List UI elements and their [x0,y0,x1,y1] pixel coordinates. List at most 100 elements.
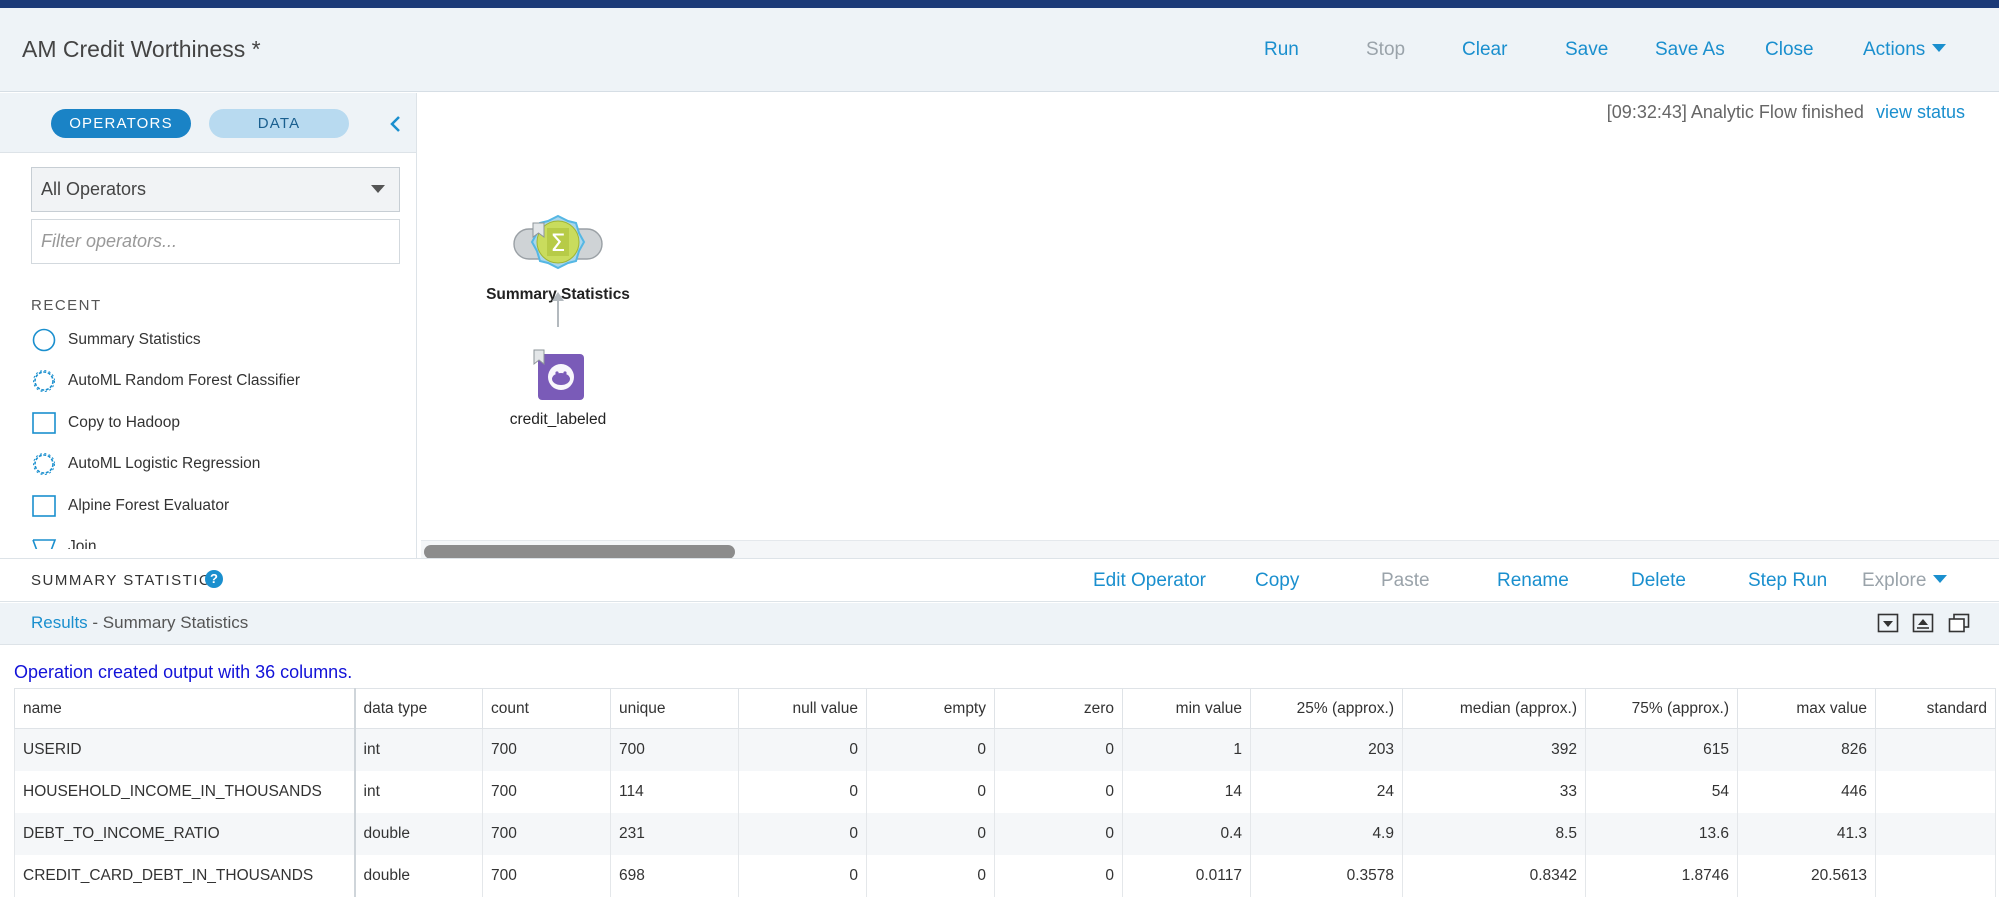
operator-category-value: All Operators [41,179,147,199]
column-header[interactable]: standard [1875,688,1996,729]
table-cell: 13.6 [1585,812,1738,855]
table-header-row: name data type count unique null value e… [14,688,1996,729]
table-cell: double [354,812,483,855]
recent-item-summary-statistics[interactable]: Summary Statistics [31,319,401,361]
canvas-horizontal-scrollbar[interactable] [421,540,1999,559]
database-hippo-icon [533,349,584,400]
minimize-panel-icon[interactable] [1877,613,1899,633]
recent-item-copy-to-hadoop[interactable]: Copy to Hadoop [31,402,401,444]
column-header[interactable]: 75% (approx.) [1585,688,1738,729]
table-row[interactable]: DEBT_TO_INCOME_RATIO double 700 231 0 0 … [14,812,1996,855]
table-cell: double [354,854,483,897]
table-cell: 0.4 [1122,812,1251,855]
node-credit-labeled[interactable]: credit_labeled [497,346,619,429]
chevron-down-icon [1933,575,1948,583]
column-header[interactable]: count [482,688,611,729]
table-row[interactable]: USERID int 700 700 0 0 0 1 203 392 615 8… [14,728,1996,771]
explore-menu[interactable]: Explore [1862,570,1948,592]
table-cell: 0 [738,854,867,897]
step-run-button[interactable]: Step Run [1748,570,1827,592]
column-header[interactable]: unique [610,688,739,729]
results-link[interactable]: Results [31,613,88,632]
stop-button[interactable]: Stop [1366,39,1405,61]
actions-menu[interactable]: Actions [1863,39,1947,61]
column-header[interactable]: name [14,688,356,729]
collapse-sidebar-icon[interactable] [388,115,402,133]
filter-operators-input[interactable] [31,219,400,264]
recent-item-automl-random-forest[interactable]: AutoML Random Forest Classifier [31,361,401,403]
table-cell: 0.8342 [1402,854,1586,897]
paste-button[interactable]: Paste [1381,570,1430,592]
column-header[interactable]: zero [994,688,1123,729]
table-cell: 446 [1737,770,1876,813]
recent-item-join[interactable]: Join [31,527,401,549]
export-panel-icon[interactable] [1912,613,1934,633]
column-header[interactable]: 25% (approx.) [1250,688,1403,729]
recent-item-automl-logistic-regression[interactable]: AutoML Logistic Regression [31,444,401,486]
table-cell: 615 [1585,728,1738,771]
column-header[interactable]: max value [1737,688,1876,729]
table-cell [1875,728,1996,771]
operators-sidebar: OPERATORS DATA All Operators RECENT Summ… [0,93,417,558]
view-status-link[interactable]: view status [1876,102,1965,122]
table-row[interactable]: CREDIT_CARD_DEBT_IN_THOUSANDS double 700… [14,854,1996,897]
table-cell: 231 [610,812,739,855]
column-header[interactable]: min value [1122,688,1251,729]
results-breadcrumb: Results - Summary Statistics [31,613,248,633]
results-table[interactable]: name data type count unique null value e… [14,688,1999,902]
table-cell: HOUSEHOLD_INCOME_IN_THOUSANDS [14,770,356,813]
tab-data[interactable]: DATA [209,109,349,138]
gear-icon [31,451,57,477]
help-icon[interactable]: ? [205,570,223,588]
tab-operators[interactable]: OPERATORS [51,109,191,138]
scrollbar-thumb[interactable] [424,545,735,559]
edit-operator-button[interactable]: Edit Operator [1093,570,1206,592]
column-header[interactable]: median (approx.) [1402,688,1586,729]
copy-button[interactable]: Copy [1255,570,1299,592]
operator-title: SUMMARY STATISTICS [31,572,223,589]
maximize-panel-icon[interactable] [1948,613,1970,633]
table-cell: 0 [866,728,995,771]
circle-icon [31,327,57,353]
operation-message: Operation created output with 36 columns… [14,662,353,682]
table-cell: 14 [1122,770,1251,813]
recent-item-label: Alpine Forest Evaluator [68,496,230,514]
save-button[interactable]: Save [1565,39,1608,61]
table-cell: 4.9 [1250,812,1403,855]
delete-button[interactable]: Delete [1631,570,1686,592]
table-cell: 698 [610,854,739,897]
status-text: [09:32:43] Analytic Flow finished [1606,102,1864,122]
table-cell: 700 [482,728,611,771]
table-row[interactable]: HOUSEHOLD_INCOME_IN_THOUSANDS int 700 11… [14,770,1996,813]
clear-button[interactable]: Clear [1462,39,1507,61]
save-as-button[interactable]: Save As [1655,39,1725,61]
flow-status: [09:32:43] Analytic Flow finished view st… [1607,102,1965,123]
gear-icon [31,368,57,394]
table-cell: 8.5 [1402,812,1586,855]
close-button[interactable]: Close [1765,39,1814,61]
table-cell [1875,854,1996,897]
recent-item-alpine-forest-evaluator[interactable]: Alpine Forest Evaluator [31,485,401,527]
table-cell: 0 [994,854,1123,897]
recent-item-label: Copy to Hadoop [68,413,181,431]
recent-item-label: Summary Statistics [68,330,201,348]
table-cell: CREDIT_CARD_DEBT_IN_THOUSANDS [14,854,356,897]
recent-list: Summary Statistics AutoML Random Forest … [31,319,401,549]
table-cell: int [354,728,483,771]
rename-button[interactable]: Rename [1497,570,1569,592]
square-icon [31,410,57,436]
recent-item-label: AutoML Logistic Regression [68,455,261,473]
run-button[interactable]: Run [1264,39,1299,61]
table-cell: DEBT_TO_INCOME_RATIO [14,812,356,855]
table-cell: 203 [1250,728,1403,771]
column-header[interactable]: data type [354,688,483,729]
table-cell: 0.0117 [1122,854,1251,897]
table-cell: 41.3 [1737,812,1876,855]
results-title: Summary Statistics [102,613,249,632]
operator-category-select[interactable]: All Operators [31,167,400,212]
table-cell: 700 [482,770,611,813]
column-header[interactable]: null value [738,688,867,729]
table-cell: 54 [1585,770,1738,813]
flow-canvas[interactable]: [09:32:43] Analytic Flow finished view st… [418,93,1999,559]
column-header[interactable]: empty [866,688,995,729]
